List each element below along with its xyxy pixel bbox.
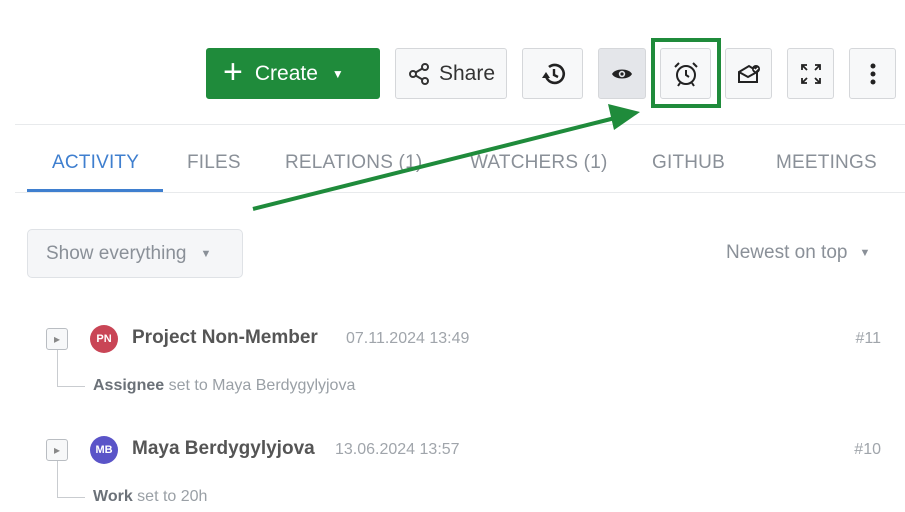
history-icon <box>541 63 565 84</box>
tab-meetings[interactable]: MEETINGS <box>776 140 877 192</box>
activity-timestamp[interactable]: 07.11.2024 13:49 <box>346 330 469 348</box>
more-button[interactable] <box>849 48 896 99</box>
share-label: Share <box>438 61 496 85</box>
tree-line <box>57 461 58 497</box>
activity-number[interactable]: #10 <box>854 441 881 459</box>
eye-icon <box>612 69 632 78</box>
avatar-initials: PN <box>96 333 112 345</box>
share-button[interactable]: Share <box>395 48 507 99</box>
tab-watchers[interactable]: WATCHERS (1) <box>470 140 608 192</box>
detail-text: set to 20h <box>137 488 208 505</box>
highlight-box <box>651 38 721 108</box>
notification-settings-button[interactable] <box>725 48 772 99</box>
watch-button[interactable] <box>598 48 646 99</box>
history-button[interactable] <box>522 48 583 99</box>
more-vertical-icon <box>870 63 875 84</box>
chevron-down-icon: ▼ <box>859 247 871 259</box>
detail-field: Assignee <box>93 377 165 394</box>
tab-activity[interactable]: ACTIVITY <box>52 140 139 192</box>
detail-field: Work <box>93 488 133 505</box>
tab-relations[interactable]: RELATIONS (1) <box>285 140 422 192</box>
activity-number[interactable]: #11 <box>855 330 881 348</box>
sort-order-label: Newest on top <box>726 242 848 263</box>
fullscreen-button[interactable] <box>787 48 834 99</box>
create-label: Create <box>254 61 318 85</box>
avatar: PN <box>90 325 118 353</box>
create-button[interactable]: + Create ▼ <box>206 48 380 99</box>
activity-timestamp[interactable]: 13.06.2024 13:57 <box>335 441 460 459</box>
detail-text: set to Maya Berdygylyjova <box>168 377 356 394</box>
tree-line <box>57 497 85 498</box>
mail-badge-icon <box>737 64 760 83</box>
tab-bar: ACTIVITY FILES RELATIONS (1) WATCHERS (1… <box>27 140 905 192</box>
activity-author[interactable]: Project Non-Member <box>132 327 318 349</box>
toolbar: + Create ▼ Share <box>0 0 905 125</box>
chevron-down-icon: ▼ <box>331 66 344 81</box>
tree-line <box>57 350 58 386</box>
activity-filter-select[interactable]: Show everything ▼ <box>27 229 243 278</box>
sort-order-select[interactable]: Newest on top ▼ <box>726 242 870 264</box>
activity-filter-label: Show everything <box>46 242 187 264</box>
activity-author[interactable]: Maya Berdygylyjova <box>132 438 315 460</box>
chevron-down-icon: ▼ <box>200 247 212 260</box>
avatar-initials: MB <box>95 444 113 456</box>
expand-toggle-icon[interactable]: ▸ <box>46 328 68 350</box>
tab-files[interactable]: FILES <box>187 140 241 192</box>
plus-icon: + <box>223 53 243 91</box>
toolbar-divider <box>15 124 905 125</box>
tab-github[interactable]: GITHUB <box>652 140 725 192</box>
tabs-divider <box>15 192 905 193</box>
avatar: MB <box>90 436 118 464</box>
share-icon <box>408 62 429 85</box>
expand-toggle-icon[interactable]: ▸ <box>46 439 68 461</box>
tree-line <box>57 386 85 387</box>
activity-detail: Work set to 20h <box>93 488 207 506</box>
activity-detail: Assignee set to Maya Berdygylyjova <box>93 377 355 395</box>
fullscreen-icon <box>800 63 821 84</box>
